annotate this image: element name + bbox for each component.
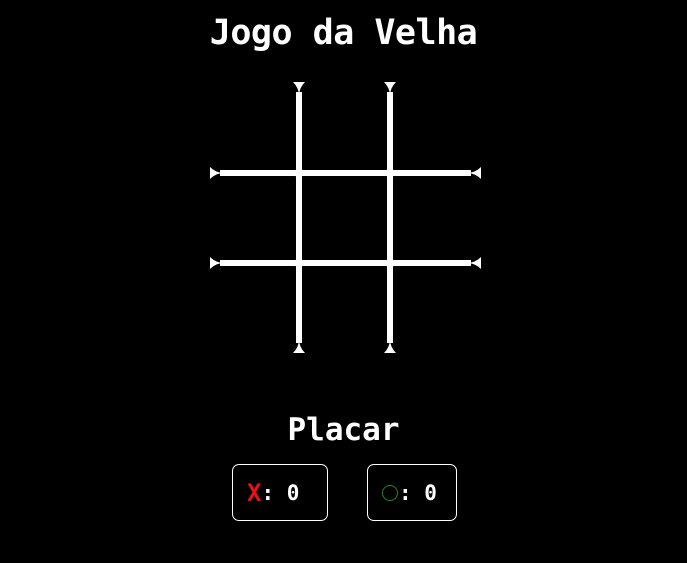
score-o-box: : 0 [367, 464, 457, 521]
score-x-value: 0 [286, 480, 300, 505]
x-mark-label: X [247, 478, 262, 507]
game-page: Jogo da Velha Placar X: 0: 0 [0, 0, 687, 563]
score-x-box: X: 0 [232, 464, 328, 521]
score-o-separator: : [399, 480, 425, 505]
board-cell-4[interactable] [210, 170, 298, 262]
board-cell-5[interactable] [298, 170, 390, 262]
page-title: Jogo da Velha [209, 13, 478, 53]
board-cell-6[interactable] [390, 170, 481, 262]
score-o-value: 0 [424, 480, 437, 505]
game-board [210, 82, 481, 353]
board-cell-1[interactable] [210, 82, 298, 170]
score-x-separator: : [261, 480, 287, 505]
board-cell-2[interactable] [298, 82, 390, 170]
o-mark-icon [382, 484, 398, 501]
board-cell-8[interactable] [298, 262, 390, 353]
board-cell-9[interactable] [390, 262, 481, 353]
scoreboard-title: Placar [287, 412, 400, 448]
board-cell-7[interactable] [210, 262, 298, 353]
board-cell-3[interactable] [390, 82, 481, 170]
